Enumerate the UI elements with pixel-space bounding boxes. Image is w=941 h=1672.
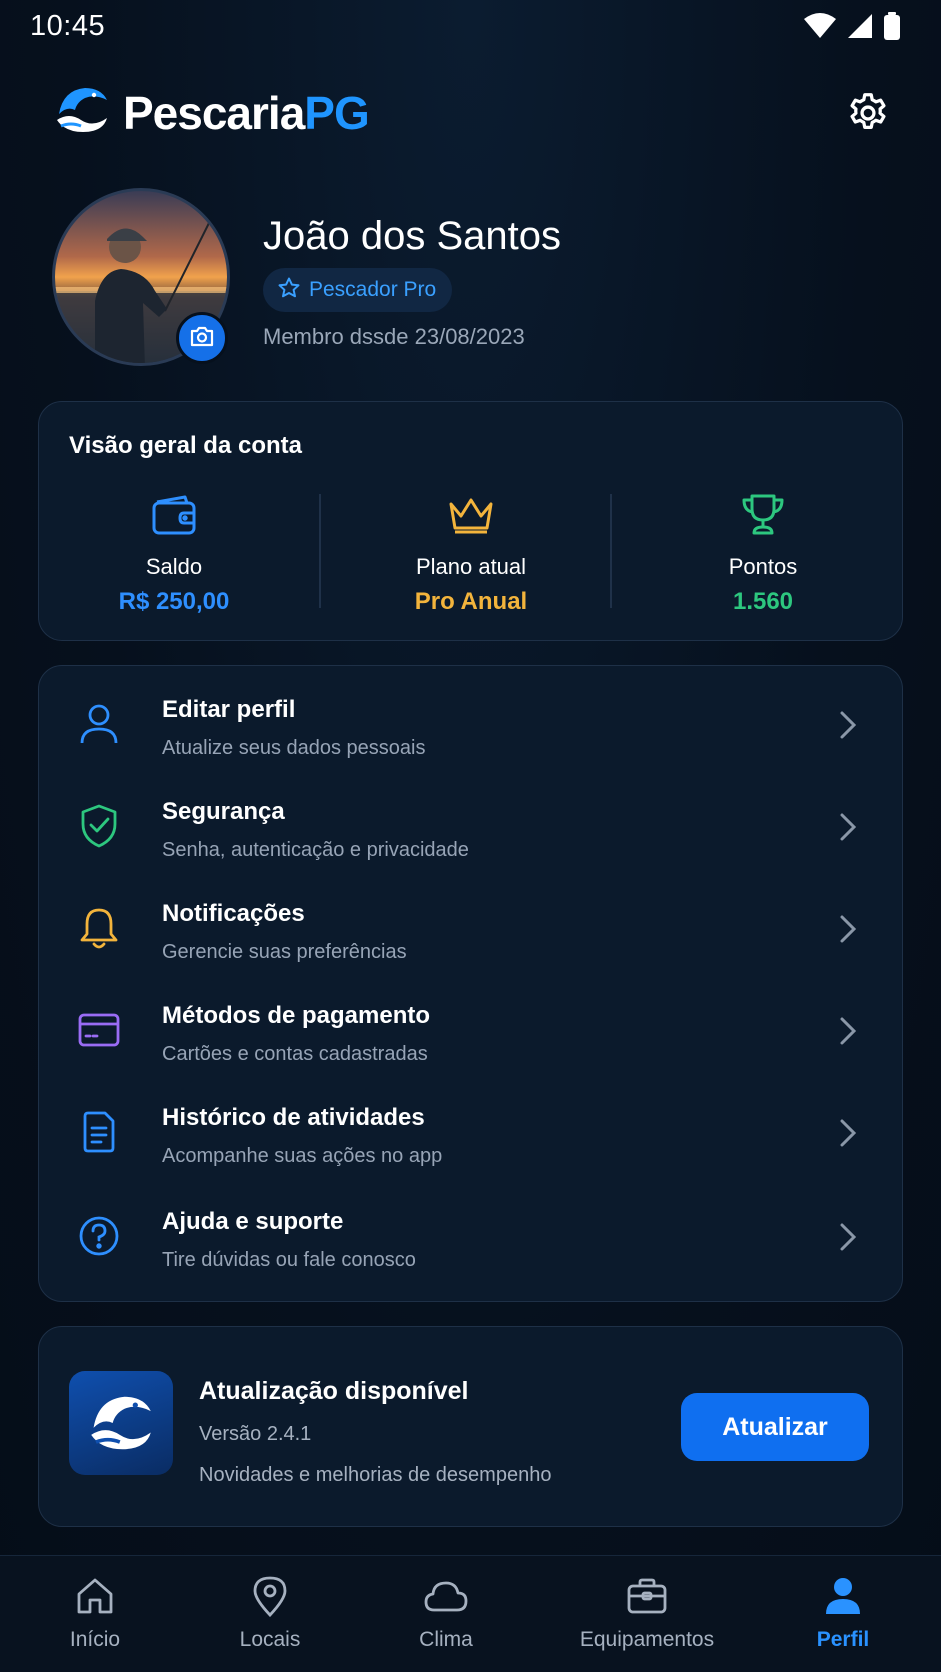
chevron-right-icon <box>838 710 858 740</box>
nav-label: Locais <box>239 1628 301 1651</box>
shield-check-icon <box>77 804 121 848</box>
update-title: Atualização disponível <box>199 1377 469 1405</box>
status-icons <box>803 12 901 45</box>
profile-section: João dos Santos Pescador Pro Membro dssd… <box>52 186 892 366</box>
chevron-right-icon <box>838 812 858 842</box>
map-pin-icon <box>180 1574 360 1618</box>
nav-item-places[interactable]: Locais <box>180 1574 360 1652</box>
battery-icon <box>883 12 901 45</box>
status-time: 10:45 <box>30 10 106 42</box>
logo-text-main: Pescaria <box>123 86 305 139</box>
nav-item-profile[interactable]: Perfil <box>753 1574 933 1652</box>
update-description: Novidades e melhorias de desempenho <box>199 1464 552 1486</box>
nav-label: Equipamentos <box>579 1628 715 1651</box>
stat-points-label: Pontos <box>728 554 798 579</box>
nav-label: Início <box>69 1628 121 1651</box>
app-icon <box>69 1371 173 1475</box>
menu-item-title: Histórico de atividades <box>162 1104 425 1131</box>
wallet-icon <box>54 490 294 540</box>
logo-text: PescariaPG <box>123 86 370 140</box>
stat-balance[interactable]: Saldo R$ 250,00 <box>54 490 294 616</box>
profile-screen: 10:45 PescariaPG João dos Santos Pescado… <box>0 0 941 1672</box>
stat-divider <box>610 494 612 608</box>
menu-item-subtitle: Atualize seus dados pessoais <box>162 737 426 759</box>
update-version: Versão 2.4.1 <box>199 1423 312 1445</box>
stat-balance-value: R$ 250,00 <box>118 588 230 615</box>
menu-item-payment-methods[interactable]: Métodos de pagamento Cartões e contas ca… <box>39 978 904 1078</box>
fish-logo-icon <box>55 84 109 141</box>
star-icon <box>277 276 301 305</box>
trophy-icon <box>643 490 883 540</box>
help-circle-icon <box>77 1214 121 1258</box>
home-icon <box>5 1574 185 1618</box>
overview-title: Visão geral da conta <box>69 432 302 459</box>
menu-item-title: Ajuda e suporte <box>162 1208 344 1235</box>
menu-item-subtitle: Acompanhe suas ações no app <box>162 1145 443 1167</box>
crown-icon <box>351 490 591 540</box>
menu-item-subtitle: Gerencie suas preferências <box>162 941 407 963</box>
settings-button[interactable] <box>845 90 891 136</box>
menu-item-title: Métodos de pagamento <box>162 1002 431 1029</box>
menu-item-title: Segurança <box>162 798 285 825</box>
document-icon <box>77 1110 121 1154</box>
status-bar: 10:45 <box>0 0 941 52</box>
menu-item-edit-profile[interactable]: Editar perfil Atualize seus dados pessoa… <box>39 672 904 772</box>
chevron-right-icon <box>838 1118 858 1148</box>
change-photo-button[interactable] <box>176 312 228 364</box>
menu-item-help-support[interactable]: Ajuda e suporte Tire dúvidas ou fale con… <box>39 1184 904 1284</box>
nav-item-equipment[interactable]: Equipamentos <box>557 1574 737 1652</box>
menu-item-title: Editar perfil <box>162 696 296 723</box>
nav-item-weather[interactable]: Clima <box>356 1574 536 1652</box>
menu-item-subtitle: Tire dúvidas ou fale conosco <box>162 1249 416 1271</box>
member-since: Membro dssde 23/08/2023 <box>263 324 525 349</box>
chevron-right-icon <box>838 1016 858 1046</box>
settings-menu: Editar perfil Atualize seus dados pessoa… <box>38 665 903 1302</box>
menu-item-subtitle: Senha, autenticação e privacidade <box>162 839 469 861</box>
signal-icon <box>847 13 873 44</box>
briefcase-icon <box>557 1574 737 1618</box>
cloud-icon <box>356 1574 536 1618</box>
menu-item-title: Notificações <box>162 900 305 927</box>
nav-label: Clima <box>419 1628 473 1651</box>
credit-card-icon <box>77 1008 121 1052</box>
logo-text-accent: PG <box>304 86 369 139</box>
stat-divider <box>319 494 321 608</box>
update-card: Atualização disponível Versão 2.4.1 Novi… <box>38 1326 903 1527</box>
menu-item-subtitle: Cartões e contas cadastradas <box>162 1043 428 1065</box>
chevron-right-icon <box>838 914 858 944</box>
bottom-navigation: Início Locais Clima Equipamentos Perfil <box>0 1555 941 1672</box>
stat-plan-label: Plano atual <box>415 554 527 579</box>
account-overview-card: Visão geral da conta Saldo R$ 250,00 Pla… <box>38 401 903 641</box>
bell-icon <box>77 906 121 950</box>
profile-name: João dos Santos <box>263 214 561 258</box>
camera-icon <box>189 324 215 353</box>
stat-plan[interactable]: Plano atual Pro Anual <box>351 490 591 616</box>
nav-item-home[interactable]: Início <box>5 1574 185 1652</box>
user-filled-icon <box>753 1574 933 1618</box>
app-logo[interactable]: PescariaPG <box>55 84 370 141</box>
stat-points[interactable]: Pontos 1.560 <box>643 490 883 616</box>
badge-text: Pescador Pro <box>309 278 437 301</box>
update-button[interactable]: Atualizar <box>681 1393 869 1461</box>
stat-points-value: 1.560 <box>732 588 794 615</box>
nav-label: Perfil <box>816 1628 870 1651</box>
stat-balance-label: Saldo <box>145 554 203 579</box>
menu-item-notifications[interactable]: Notificações Gerencie suas preferências <box>39 876 904 976</box>
wifi-icon <box>803 13 837 44</box>
stat-plan-value: Pro Anual <box>414 588 528 615</box>
user-icon <box>77 702 121 746</box>
chevron-right-icon <box>838 1222 858 1252</box>
app-header: PescariaPG <box>0 70 941 154</box>
menu-item-activity-history[interactable]: Histórico de atividades Acompanhe suas a… <box>39 1080 904 1180</box>
membership-badge: Pescador Pro <box>263 268 453 312</box>
menu-item-security[interactable]: Segurança Senha, autenticação e privacid… <box>39 774 904 874</box>
gear-icon <box>845 93 891 140</box>
